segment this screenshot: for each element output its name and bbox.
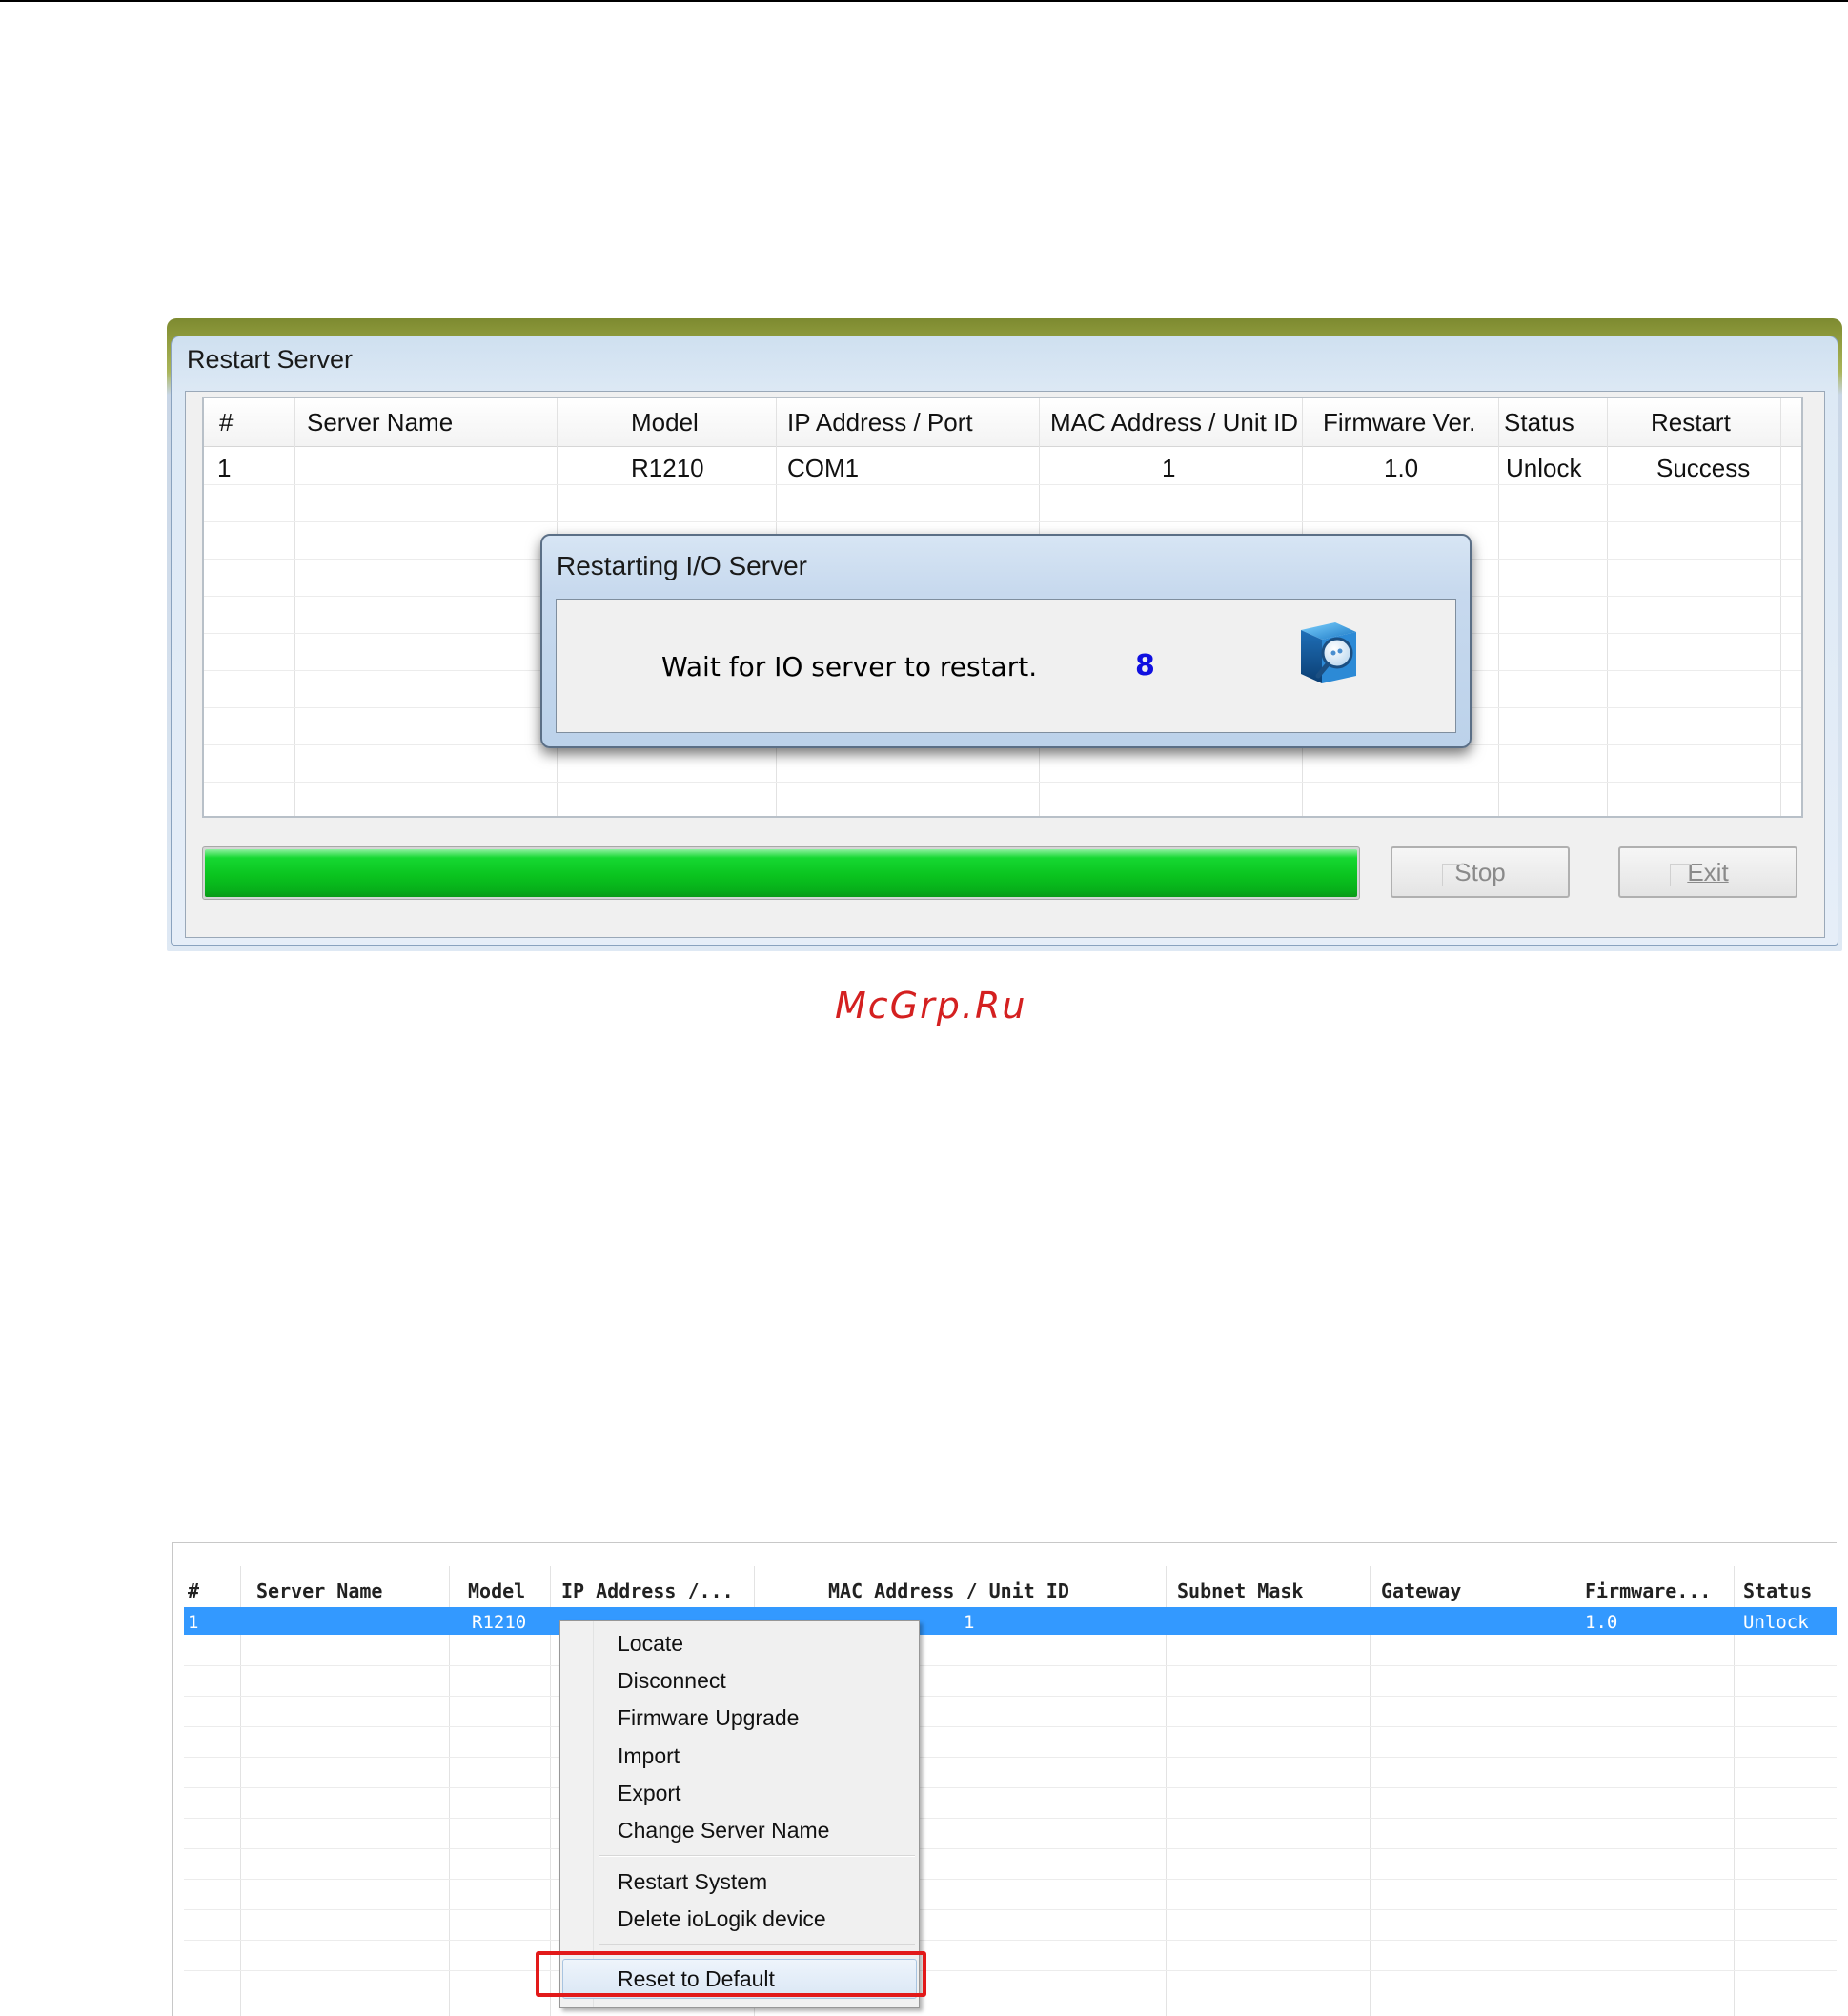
col-divider (1780, 398, 1781, 816)
col-divider (1607, 398, 1608, 816)
exit-button-label: Exit (1687, 857, 1729, 886)
row-num: 1 (217, 454, 232, 482)
device-list-table: # Server Name Model IP Address /... MAC … (184, 1566, 1837, 2016)
menu-item-restart-system[interactable]: Restart System (618, 1869, 767, 1895)
row-divider (184, 1940, 1837, 1941)
row-restart: Success (1656, 454, 1751, 482)
header-num[interactable]: # (219, 408, 233, 438)
menu-item-locate[interactable]: Locate (618, 1631, 683, 1657)
header-firmware[interactable]: Firmware... (1585, 1579, 1711, 1602)
header-mac-address[interactable]: MAC Address / Unit ID (1050, 408, 1298, 438)
header-mac-address[interactable]: MAC Address / Unit ID (828, 1579, 1069, 1602)
progress-fill (205, 849, 1357, 897)
header-model[interactable]: Model (468, 1579, 525, 1602)
col-divider (294, 398, 295, 816)
header-restart[interactable]: Restart (1651, 408, 1731, 438)
row-divider (184, 1665, 1837, 1666)
row-status: Unlock (1743, 1612, 1809, 1633)
restarting-dialog: Restarting I/O Server Wait for IO server… (540, 534, 1472, 748)
menu-item-delete-device[interactable]: Delete ioLogik device (618, 1906, 826, 1932)
device-context-menu: Locate Disconnect Firmware Upgrade Impor… (559, 1620, 920, 2008)
menu-item-export[interactable]: Export (618, 1781, 680, 1806)
highlight-annotation-box (536, 1951, 926, 1997)
header-gateway[interactable]: Gateway (1381, 1579, 1461, 1602)
row-divider (184, 1726, 1837, 1727)
button-focus-glyph (1442, 864, 1464, 886)
restart-progress-bar (202, 846, 1360, 900)
header-firmware[interactable]: Firmware Ver. (1323, 408, 1475, 438)
dialog-title: Restarting I/O Server (557, 551, 807, 580)
row-divider (184, 1696, 1837, 1697)
row-mac: 1 (1162, 454, 1176, 482)
row-status: Unlock (1506, 454, 1582, 482)
menu-item-firmware-upgrade[interactable]: Firmware Upgrade (618, 1705, 799, 1731)
row-divider (184, 1879, 1837, 1880)
page-top-rule (0, 0, 1848, 2)
header-status[interactable]: Status (1743, 1579, 1812, 1602)
menu-separator (599, 1855, 915, 1857)
row-mac: 1 (964, 1612, 975, 1633)
row-divider (184, 1818, 1837, 1819)
row-firmware: 1.0 (1384, 454, 1419, 482)
row-divider (204, 484, 1801, 485)
watermark-text: McGrp.Ru (835, 985, 1027, 1027)
header-server-name[interactable]: Server Name (256, 1579, 382, 1602)
menu-separator (599, 1944, 915, 1945)
device-list-panel: # Server Name Model IP Address /... MAC … (172, 1542, 1837, 2016)
exit-button[interactable]: Exit (1618, 846, 1797, 898)
stop-button[interactable]: Stop (1391, 846, 1570, 898)
header-model[interactable]: Model (631, 408, 699, 438)
header-subnet-mask[interactable]: Subnet Mask (1177, 1579, 1303, 1602)
header-ip-address[interactable]: IP Address /... (561, 1579, 734, 1602)
row-ip: COM1 (787, 454, 860, 482)
header-ip-address[interactable]: IP Address / Port (787, 408, 973, 438)
button-focus-glyph (1670, 864, 1692, 886)
row-firmware: 1.0 (1585, 1612, 1618, 1633)
row-divider (204, 521, 1801, 522)
col-divider (1498, 398, 1499, 816)
menu-item-disconnect[interactable]: Disconnect (618, 1668, 726, 1694)
row-model: R1210 (631, 454, 704, 482)
row-divider (184, 1848, 1837, 1849)
row-divider (184, 1757, 1837, 1758)
countdown-value: 8 (1135, 649, 1155, 682)
row-num: 1 (188, 1612, 199, 1633)
menu-icon-strip (560, 1621, 594, 2007)
row-divider (184, 1970, 1837, 1971)
row-model: R1210 (472, 1612, 527, 1633)
row-divider (204, 782, 1801, 783)
row-divider (184, 1787, 1837, 1788)
search-server-icon (1301, 622, 1356, 683)
menu-item-import[interactable]: Import (618, 1743, 680, 1769)
header-status[interactable]: Status (1504, 408, 1574, 438)
row-divider (184, 1909, 1837, 1910)
header-num[interactable]: # (188, 1579, 199, 1602)
dialog-client: Wait for IO server to restart. 8 (556, 599, 1456, 733)
menu-item-change-server-name[interactable]: Change Server Name (618, 1818, 829, 1843)
dialog-message: Wait for IO server to restart. (661, 651, 1038, 682)
header-server-name[interactable]: Server Name (307, 408, 453, 438)
window-title: Restart Server (187, 345, 354, 374)
